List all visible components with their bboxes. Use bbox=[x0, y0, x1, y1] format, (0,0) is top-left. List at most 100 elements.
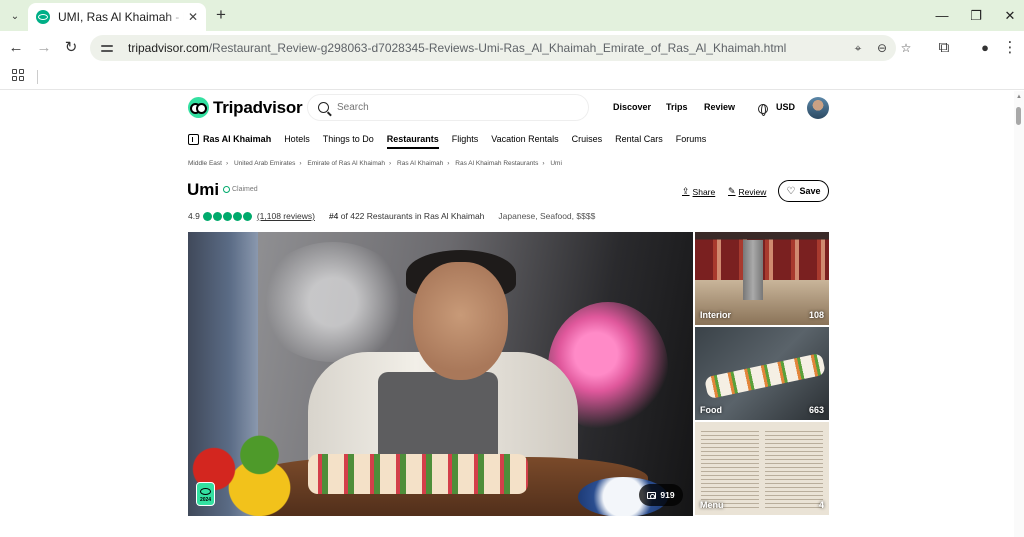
window-minimize-icon[interactable]: — bbox=[932, 6, 952, 26]
category-cruises[interactable]: Cruises bbox=[572, 134, 603, 144]
url-host: tripadvisor.com bbox=[128, 41, 209, 55]
rating-bubble-icon bbox=[202, 211, 212, 221]
cuisine-list[interactable]: Japanese, Seafood, $$$$ bbox=[498, 211, 595, 221]
scroll-up-arrow-icon[interactable]: ▲ bbox=[1016, 94, 1022, 100]
tripadvisor-favicon-icon bbox=[36, 10, 50, 24]
rating-bubbles bbox=[202, 211, 253, 221]
thumb-count: 108 bbox=[808, 310, 824, 320]
bookmarks-separator bbox=[37, 70, 38, 84]
profile-icon[interactable]: ● bbox=[975, 38, 995, 58]
page-scrollbar[interactable]: ▲ bbox=[1014, 91, 1024, 537]
nav-currency[interactable]: USD bbox=[776, 102, 795, 112]
window-restore-icon[interactable]: ❐ bbox=[966, 6, 986, 26]
back-arrow-icon[interactable]: ← bbox=[6, 38, 26, 58]
category-rental-cars[interactable]: Rental Cars bbox=[615, 134, 663, 144]
logo-text: Tripadvisor bbox=[213, 97, 303, 117]
search-box[interactable] bbox=[307, 94, 589, 121]
tab-title: UMI, Ras Al Khaimah - Menu, P bbox=[58, 10, 184, 24]
avatar[interactable] bbox=[807, 97, 829, 119]
address-bar[interactable]: tripadvisor.com/Restaurant_Review-g29806… bbox=[90, 35, 911, 61]
chrome-menu-icon[interactable]: ⋮ bbox=[1000, 38, 1020, 58]
review-label: Review bbox=[738, 186, 767, 197]
all-photos-button[interactable]: 919 bbox=[639, 484, 683, 506]
category-flights[interactable]: Flights bbox=[452, 134, 479, 144]
interior-photos-thumb[interactable]: Interior 108 bbox=[695, 232, 829, 325]
forward-arrow-icon[interactable]: → bbox=[34, 38, 54, 58]
nav-trips[interactable]: Trips bbox=[666, 102, 688, 112]
new-tab-plus-icon[interactable]: + bbox=[212, 6, 230, 24]
photo-sushi-rolls bbox=[308, 454, 528, 494]
check-circle-icon bbox=[223, 186, 230, 193]
category-forums[interactable]: Forums bbox=[676, 134, 707, 144]
save-button[interactable]: ♡ Save bbox=[778, 180, 829, 202]
breadcrumb-current: Umi bbox=[550, 160, 562, 167]
category-restaurants[interactable]: Restaurants bbox=[386, 134, 439, 149]
nav-discover[interactable]: Discover bbox=[613, 102, 651, 112]
reviews-count-link[interactable]: (1,108 reviews) bbox=[257, 211, 315, 221]
rating-bubble-icon bbox=[242, 211, 252, 221]
claimed-badge[interactable]: Claimed bbox=[223, 186, 258, 193]
nav-review[interactable]: Review bbox=[704, 102, 735, 112]
zoom-icon[interactable]: ⊖ bbox=[874, 40, 890, 56]
main-photo[interactable]: 2024 919 bbox=[188, 232, 693, 516]
reload-icon[interactable]: ↻ bbox=[61, 38, 81, 58]
site-info-icon[interactable] bbox=[100, 41, 114, 55]
thumb-menu-column bbox=[701, 428, 759, 510]
browser-tab-active[interactable]: UMI, Ras Al Khaimah - Menu, P ✕ bbox=[28, 3, 206, 31]
globe-icon[interactable] bbox=[758, 104, 768, 116]
food-photos-thumb[interactable]: Food 663 bbox=[695, 327, 829, 420]
thumb-label: Menu bbox=[700, 500, 724, 510]
tab-search-chevron-icon[interactable]: ⌄ bbox=[6, 7, 24, 25]
breadcrumb-item[interactable]: United Arab Emirates bbox=[234, 160, 295, 167]
share-icon: ⇪ bbox=[682, 186, 690, 196]
claimed-label: Claimed bbox=[232, 186, 258, 193]
url-path: /Restaurant_Review-g298063-d7028345-Revi… bbox=[208, 41, 787, 55]
photo-chef-face bbox=[413, 262, 508, 380]
breadcrumb-item[interactable]: Ras Al Khaimah bbox=[397, 160, 443, 167]
tab-close-icon[interactable]: ✕ bbox=[188, 10, 198, 24]
share-link[interactable]: ⇪ Share bbox=[682, 186, 715, 197]
category-vacation-rentals[interactable]: Vacation Rentals bbox=[491, 134, 558, 144]
bookmarks-bar bbox=[0, 64, 1024, 90]
thumb-count: 4 bbox=[818, 500, 824, 510]
heart-icon: ♡ bbox=[786, 185, 796, 197]
city-name: Ras Al Khaimah bbox=[203, 134, 272, 144]
city-link[interactable]: Ras Al Khaimah bbox=[188, 133, 272, 145]
rank-text: of 422 Restaurants in Ras Al Khaimah bbox=[338, 211, 485, 221]
rating-bubble-icon bbox=[222, 211, 232, 221]
page-title: Umi bbox=[187, 180, 220, 199]
page-content: Tripadvisor Discover Trips Review USD Ra… bbox=[0, 91, 1024, 537]
thumb-sushi-roll bbox=[704, 352, 826, 400]
category-hotels[interactable]: Hotels bbox=[284, 134, 310, 144]
bookmark-star-icon[interactable]: ☆ bbox=[898, 40, 914, 56]
breadcrumb-item[interactable]: Emirate of Ras Al Khaimah bbox=[307, 160, 385, 167]
photo-count: 919 bbox=[660, 490, 675, 500]
rating-bubble-icon bbox=[212, 211, 222, 221]
scrollbar-thumb[interactable] bbox=[1016, 107, 1021, 125]
location-pin-icon[interactable]: ⌖ bbox=[850, 40, 866, 56]
write-review-link[interactable]: ✎ Review bbox=[728, 186, 766, 197]
url-text[interactable]: tripadvisor.com/Restaurant_Review-g29806… bbox=[128, 41, 786, 55]
photo-blossom-art bbox=[258, 242, 408, 362]
thumb-menu-column bbox=[765, 428, 823, 510]
rank-number: #4 bbox=[328, 211, 339, 221]
owl-logo-icon bbox=[188, 97, 209, 118]
extensions-puzzle-icon[interactable]: ⧉ bbox=[934, 38, 954, 58]
tripadvisor-logo[interactable]: Tripadvisor bbox=[188, 97, 303, 118]
apps-grid-icon[interactable] bbox=[12, 69, 24, 81]
pencil-icon: ✎ bbox=[728, 186, 736, 196]
thumb-column bbox=[743, 240, 763, 300]
share-label: Share bbox=[692, 186, 716, 197]
menu-photos-thumb[interactable]: Menu 4 bbox=[695, 422, 829, 515]
search-icon bbox=[318, 102, 329, 113]
camera-icon bbox=[647, 491, 657, 499]
breadcrumb-item[interactable]: Ras Al Khaimah Restaurants bbox=[455, 160, 538, 167]
ranking[interactable]: #4 of 422 Restaurants in Ras Al Khaimah bbox=[329, 211, 484, 221]
browser-toolbar: ← → ↻ tripadvisor.com/Restaurant_Review-… bbox=[0, 31, 1024, 64]
search-input[interactable] bbox=[337, 102, 567, 113]
category-things-to-do[interactable]: Things to Do bbox=[323, 134, 374, 144]
rating-value: 4.9 bbox=[188, 211, 200, 221]
breadcrumb-item[interactable]: Middle East bbox=[188, 160, 222, 167]
window-close-icon[interactable]: ✕ bbox=[1000, 6, 1020, 26]
browser-tab-strip: ⌄ UMI, Ras Al Khaimah - Menu, P ✕ + — ❐ … bbox=[0, 0, 1024, 31]
